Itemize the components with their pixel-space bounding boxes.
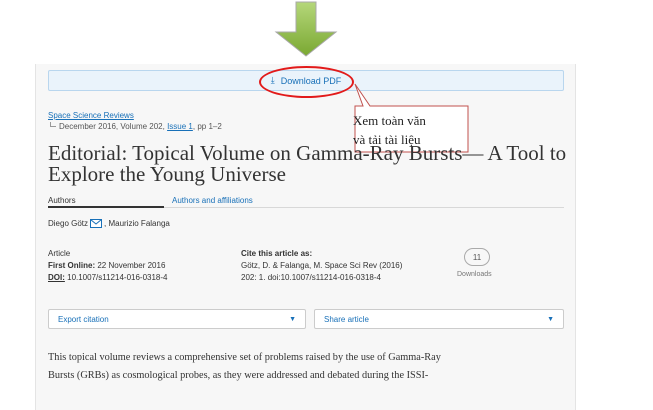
cite-line-2: 202: 1. doi:10.1007/s11214-016-0318-4 [241, 273, 381, 282]
email-icon[interactable] [90, 219, 103, 228]
downloads-label: Downloads [457, 271, 492, 278]
corner-icon [50, 122, 56, 127]
doi-value: 10.1007/s11214-016-0318-4 [64, 273, 168, 282]
share-article-label: Share article [324, 314, 369, 324]
export-citation-label: Export citation [58, 314, 109, 324]
cite-block: Cite this article as: Götz, D. & Falanga… [241, 248, 402, 284]
share-article-dropdown[interactable]: Share article ▼ [314, 309, 564, 329]
chevron-down-icon: ▼ [547, 315, 554, 323]
issue-pages: , pp 1–2 [192, 122, 222, 131]
highlight-oval [259, 66, 354, 98]
tab-authors-affiliations[interactable]: Authors and affiliations [172, 196, 253, 205]
doi-label: DOI: [48, 273, 65, 282]
first-online-label: First Online: [48, 261, 96, 270]
author-list: Diego Götz , Maurizio Falanga [48, 219, 170, 228]
issue-line: December 2016, Volume 202, Issue 1, pp 1… [50, 122, 222, 131]
journal-link[interactable]: Space Science Reviews [48, 111, 134, 120]
callout-line-1: Xem toàn văn [353, 113, 426, 128]
abstract-line-2: Bursts (GRBs) as cosmological probes, as… [48, 370, 429, 381]
author-rest[interactable]: , Maurizio Falanga [104, 219, 170, 228]
doi: DOI: 10.1007/s11214-016-0318-4 [48, 272, 168, 284]
issue-link[interactable]: Issue 1 [167, 122, 193, 131]
down-arrow-icon [274, 1, 338, 57]
article-meta: Article First Online: 22 November 2016 D… [48, 248, 168, 284]
cite-line-1: Götz, D. & Falanga, M. Space Sci Rev (20… [241, 261, 403, 270]
downloads-count: 11 [464, 248, 490, 266]
author-first[interactable]: Diego Götz [48, 219, 88, 228]
article-type: Article [48, 249, 71, 258]
article-title: Editorial: Topical Volume on Gamma-Ray B… [48, 141, 567, 186]
tab-authors[interactable]: Authors [48, 196, 76, 205]
abstract-text: This topical volume reviews a comprehens… [48, 349, 568, 385]
cite-heading: Cite this article as: [241, 249, 313, 258]
chevron-down-icon: ▼ [289, 315, 296, 323]
first-online-value: 22 November 2016 [95, 261, 166, 270]
first-online: First Online: 22 November 2016 [48, 260, 168, 272]
issue-prefix: December 2016, Volume 202, [59, 122, 168, 131]
export-citation-dropdown[interactable]: Export citation ▼ [48, 309, 306, 329]
abstract-line-1: This topical volume reviews a comprehens… [48, 352, 441, 363]
tab-active-indicator [48, 206, 164, 208]
